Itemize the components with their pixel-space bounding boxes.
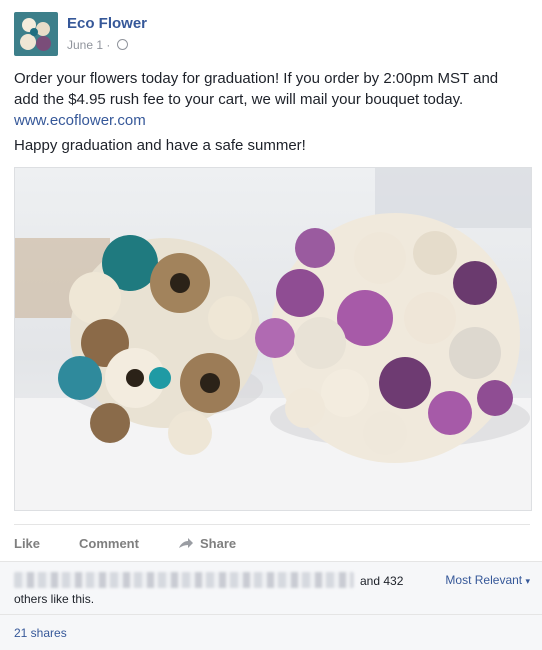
post-text-second: Happy graduation and have a safe summer!: [14, 137, 306, 154]
globe-icon[interactable]: [116, 39, 128, 50]
comment-button[interactable]: Comment: [79, 536, 139, 551]
post-date[interactable]: June 1: [67, 38, 103, 52]
share-label: Share: [200, 536, 237, 551]
sort-label: Most Relevant: [445, 573, 523, 587]
shares-row: 21 shares: [0, 614, 542, 650]
post-meta: June 1 ·: [67, 38, 128, 52]
share-arrow-icon: [179, 538, 193, 548]
post-actions-bar: Like Comment Share: [14, 524, 530, 561]
dropdown-caret-icon: ▾: [525, 576, 530, 586]
share-button[interactable]: Share: [178, 536, 236, 551]
post-link[interactable]: www.ecoflower.com: [14, 112, 146, 129]
meta-separator: ·: [106, 38, 111, 52]
page-name-link[interactable]: Eco Flower: [67, 15, 147, 32]
post-body: Order your flowers today for graduation!…: [14, 68, 526, 131]
likes-summary: and 432 others like this. Most Relevant …: [0, 561, 542, 614]
bouquet-photo-illustration: [15, 168, 531, 510]
likes-count: and 432: [360, 574, 404, 588]
likes-text[interactable]: and 432 others like this.: [14, 572, 414, 608]
sort-dropdown[interactable]: Most Relevant ▾: [445, 573, 530, 587]
likes-others: others like this.: [14, 592, 95, 606]
post-text-main: Order your flowers today for graduation!…: [14, 70, 499, 108]
like-button[interactable]: Like: [14, 536, 40, 551]
page-avatar[interactable]: [14, 12, 58, 56]
post-photo[interactable]: [14, 167, 532, 511]
post-header: Eco Flower June 1 ·: [14, 12, 514, 56]
shares-count[interactable]: 21 shares: [14, 626, 67, 640]
